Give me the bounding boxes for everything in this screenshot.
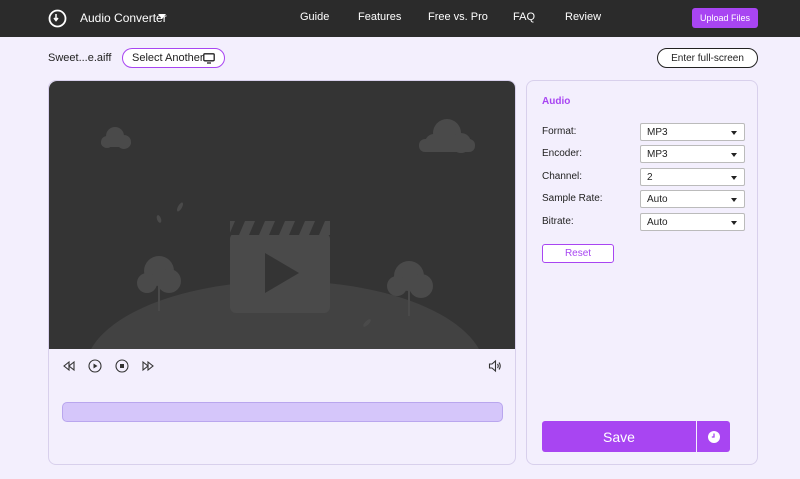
- rewind-icon[interactable]: [62, 359, 76, 373]
- fast-forward-icon[interactable]: [141, 359, 155, 373]
- nav-faq[interactable]: FAQ: [513, 11, 535, 23]
- encoder-label: Encoder:: [542, 148, 583, 159]
- player-panel: [48, 80, 516, 465]
- volume-icon[interactable]: [488, 359, 502, 373]
- monitor-icon: [203, 53, 215, 64]
- format-select[interactable]: MP3: [640, 123, 745, 141]
- play-icon[interactable]: [88, 359, 102, 373]
- app-title[interactable]: Audio Converter: [80, 11, 167, 25]
- nav-free-vs-pro[interactable]: Free vs. Pro: [428, 11, 488, 23]
- timeline-bar[interactable]: [62, 402, 503, 422]
- channel-label: Channel:: [542, 171, 583, 182]
- settings-title: Audio: [542, 96, 571, 107]
- reset-button[interactable]: Reset: [542, 244, 614, 263]
- sample-rate-select[interactable]: Auto: [640, 190, 745, 208]
- sample-rate-label: Sample Rate:: [542, 193, 603, 204]
- select-another-button[interactable]: Select Another: [122, 48, 225, 68]
- select-another-label: Select Another: [132, 52, 204, 64]
- format-label: Format:: [542, 126, 577, 137]
- bitrate-select[interactable]: Auto: [640, 213, 745, 231]
- video-placeholder-illustration: [91, 119, 479, 349]
- enter-fullscreen-button[interactable]: Enter full-screen: [657, 48, 758, 68]
- chevron-down-icon: [731, 221, 737, 225]
- chevron-down-icon: [731, 198, 737, 202]
- clock-button[interactable]: [697, 421, 730, 452]
- nav-review[interactable]: Review: [565, 11, 601, 23]
- nav-guide[interactable]: Guide: [300, 11, 329, 23]
- chevron-down-icon: [731, 153, 737, 157]
- upload-files-button[interactable]: Upload Files: [692, 8, 758, 28]
- chevron-down-icon: [731, 131, 737, 135]
- top-nav-bar: Audio Converter Guide Features Free vs. …: [0, 0, 800, 37]
- bitrate-label: Bitrate:: [542, 216, 574, 227]
- encoder-value: MP3: [647, 148, 668, 160]
- settings-panel: Audio Format: MP3 Encoder: MP3 Channel: …: [526, 80, 758, 465]
- chevron-down-icon: [731, 176, 737, 180]
- nav-features[interactable]: Features: [358, 11, 401, 23]
- video-preview[interactable]: [49, 81, 515, 349]
- chevron-down-icon[interactable]: [158, 14, 166, 19]
- format-value: MP3: [647, 126, 668, 138]
- save-button[interactable]: Save: [542, 421, 696, 452]
- channel-value: 2: [647, 171, 653, 183]
- app-logo-icon[interactable]: [48, 9, 67, 28]
- stop-icon[interactable]: [115, 359, 129, 373]
- encoder-select[interactable]: MP3: [640, 145, 745, 163]
- sample-rate-value: Auto: [647, 193, 668, 205]
- clock-icon: [707, 430, 720, 443]
- bitrate-value: Auto: [647, 216, 668, 228]
- channel-select[interactable]: 2: [640, 168, 745, 186]
- file-name: Sweet...e.aiff: [48, 52, 112, 64]
